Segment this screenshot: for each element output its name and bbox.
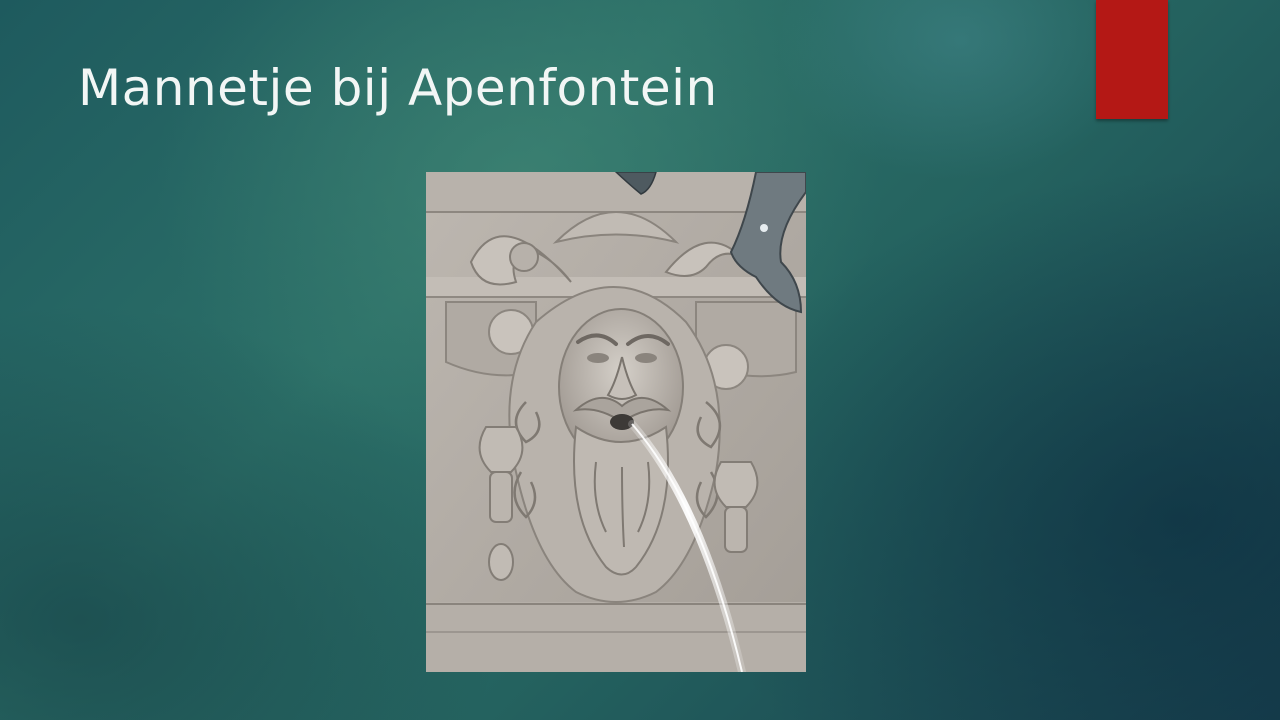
stone-face-illustration	[426, 172, 806, 672]
slide: Mannetje bij Apenfontein	[0, 0, 1280, 720]
fountain-mask-photo[interactable]	[426, 172, 806, 672]
red-accent-bar	[1096, 0, 1168, 119]
slide-title: Mannetje bij Apenfontein	[78, 59, 718, 117]
